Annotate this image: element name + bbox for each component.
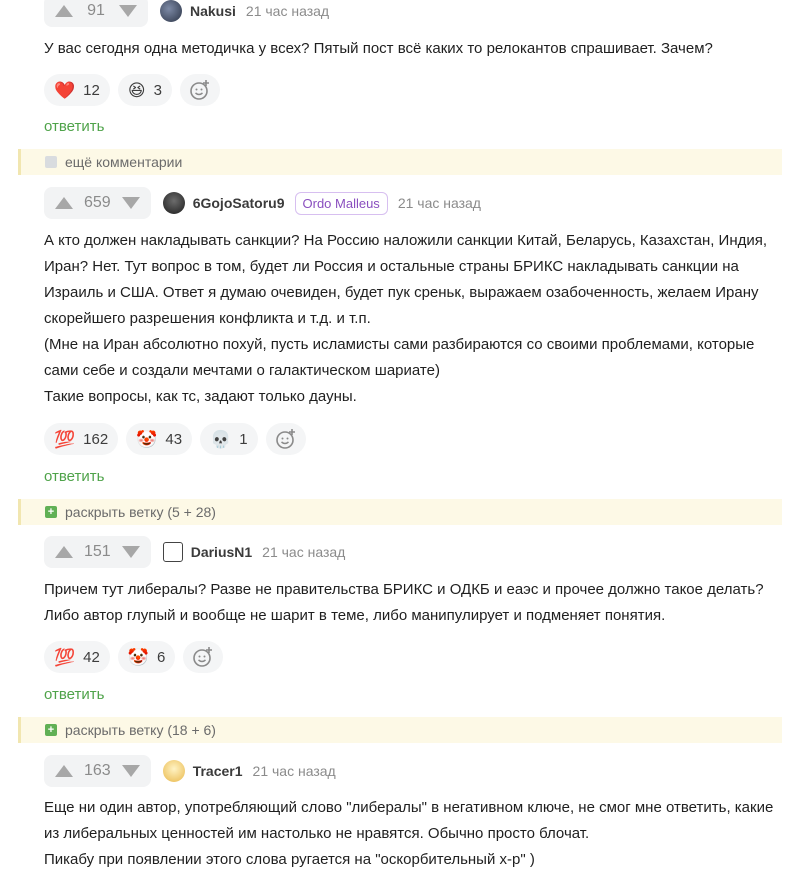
reaction-hundred[interactable]: 💯 162 — [44, 423, 119, 455]
plus-icon: + — [45, 506, 57, 518]
expand-icon — [45, 156, 57, 168]
laugh-emoji-icon: 😆 — [127, 80, 146, 100]
comment-paragraph: Пикабу при появлении этого слова ругаетс… — [44, 851, 535, 868]
skull-icon: 💀 — [210, 429, 232, 449]
comment-paragraph: Причем тут либералы? Разве не правительс… — [44, 581, 764, 624]
branch-label: раскрыть ветку (18 + 6) — [65, 722, 216, 738]
more-comments-branch[interactable]: ещё комментарии — [18, 149, 782, 175]
vote-count: 163 — [84, 762, 111, 779]
vote-count: 91 — [87, 2, 105, 19]
add-reaction-button[interactable] — [183, 641, 224, 673]
comment-paragraph: (Мне на Иран абсолютно похуй, пусть исла… — [44, 336, 755, 379]
add-reaction-button[interactable] — [265, 423, 306, 455]
vote-box: 163 — [44, 755, 151, 787]
reply-link[interactable]: ответить — [44, 468, 104, 485]
reply-link[interactable]: ответить — [44, 118, 104, 135]
timestamp[interactable]: 21 час назад — [398, 195, 481, 211]
comment-paragraph: Еще ни один автор, употребляющий слово "… — [44, 799, 774, 842]
reaction-count: 162 — [83, 430, 109, 448]
comment-paragraph: У вас сегодня одна методичка у всех? Пят… — [44, 40, 713, 57]
reaction-count: 43 — [165, 430, 183, 448]
comment-paragraph: Такие вопросы, как тс, задают только дау… — [44, 388, 357, 405]
plus-icon: + — [45, 724, 57, 736]
reaction-count: 42 — [83, 648, 100, 666]
timestamp[interactable]: 21 час назад — [262, 544, 345, 560]
expand-branch[interactable]: + раскрыть ветку (18 + 6) — [18, 717, 782, 743]
vote-box: 659 — [44, 187, 151, 219]
add-reaction-icon — [193, 647, 213, 667]
avatar[interactable] — [162, 192, 185, 214]
username[interactable]: Tracer1 — [193, 763, 243, 779]
comment-text: Причем тут либералы? Разве не правительс… — [44, 577, 774, 629]
comment-header: 151 DariusN1 21 час назад — [44, 536, 345, 568]
reaction-clown[interactable]: 🤡 6 — [117, 641, 176, 673]
username[interactable]: DariusN1 — [191, 544, 252, 560]
reactions-bar: ❤️ 12 😆 3 — [44, 74, 220, 106]
avatar[interactable] — [162, 760, 185, 782]
comment-header: 659 6GojoSatoru9 Ordo Malleus 21 час наз… — [44, 187, 481, 219]
reply-link[interactable]: ответить — [44, 686, 104, 703]
upvote-icon[interactable] — [54, 761, 74, 781]
vote-count: 659 — [84, 194, 111, 211]
avatar[interactable] — [162, 542, 183, 562]
comment-text: А кто должен накладывать санкции? На Рос… — [44, 228, 774, 410]
upvote-icon[interactable] — [54, 542, 74, 562]
branch-label: раскрыть ветку (5 + 28) — [65, 504, 216, 520]
branch-label: ещё комментарии — [65, 154, 183, 170]
downvote-icon[interactable] — [118, 1, 138, 21]
clown-icon: 🤡 — [136, 429, 158, 449]
avatar[interactable] — [160, 0, 182, 22]
comment-header: 91 Nakusi 21 час назад — [44, 0, 329, 27]
username[interactable]: Nakusi — [190, 3, 236, 19]
reactions-bar: 💯 162 🤡 43 💀 1 — [44, 423, 306, 455]
comment-text: Еще ни один автор, употребляющий слово "… — [44, 795, 774, 873]
vote-count: 151 — [84, 543, 111, 560]
reaction-heart[interactable]: ❤️ 12 — [44, 74, 110, 106]
reaction-laugh[interactable]: 😆 3 — [117, 74, 172, 106]
add-reaction-button[interactable] — [179, 74, 220, 106]
vote-box: 91 — [44, 0, 148, 27]
upvote-icon[interactable] — [54, 193, 74, 213]
comment-paragraph: А кто должен накладывать санкции? На Рос… — [44, 232, 768, 327]
vote-box: 151 — [44, 536, 151, 568]
hundred-points-icon: 💯 — [54, 429, 76, 449]
comment-header: 163 Tracer1 21 час назад — [44, 755, 336, 787]
expand-branch[interactable]: + раскрыть ветку (5 + 28) — [18, 499, 782, 525]
reaction-skull[interactable]: 💀 1 — [200, 423, 258, 455]
reaction-clown[interactable]: 🤡 43 — [126, 423, 193, 455]
heart-icon: ❤️ — [54, 80, 76, 100]
timestamp[interactable]: 21 час назад — [253, 763, 336, 779]
reaction-count: 6 — [157, 648, 166, 666]
add-reaction-icon — [275, 429, 295, 449]
add-reaction-icon — [190, 80, 209, 100]
reaction-hundred[interactable]: 💯 42 — [44, 641, 110, 673]
hundred-points-icon: 💯 — [54, 647, 76, 667]
user-badge[interactable]: Ordo Malleus — [294, 191, 388, 215]
clown-icon: 🤡 — [127, 647, 150, 667]
downvote-icon[interactable] — [121, 193, 141, 213]
downvote-icon[interactable] — [121, 542, 141, 562]
upvote-icon[interactable] — [54, 1, 74, 21]
comment-text: У вас сегодня одна методичка у всех? Пят… — [44, 36, 774, 62]
reactions-bar: 💯 42 🤡 6 — [44, 641, 224, 673]
downvote-icon[interactable] — [121, 761, 141, 781]
reaction-count: 1 — [239, 430, 248, 448]
timestamp[interactable]: 21 час назад — [246, 3, 329, 19]
username[interactable]: 6GojoSatoru9 — [193, 195, 285, 211]
reaction-count: 3 — [153, 81, 162, 99]
reaction-count: 12 — [83, 81, 100, 99]
